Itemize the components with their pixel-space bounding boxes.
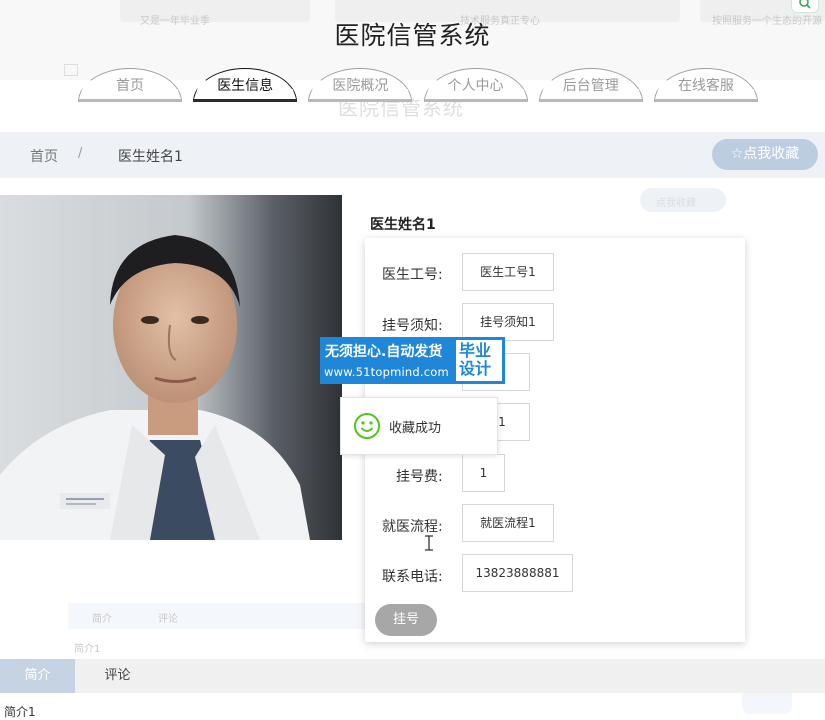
favorite-button[interactable]: ☆点我收藏 <box>712 139 818 170</box>
field-value-booking-fee: 1 <box>462 454 505 492</box>
success-toast: 收藏成功 <box>340 397 498 455</box>
favorite-button-label: 点我收藏 <box>743 146 800 162</box>
breadcrumb-current: 医生姓名1 <box>118 149 183 165</box>
ghost-tab-label: 简介 <box>92 614 112 625</box>
nav-tab-admin[interactable]: 后台管理 <box>538 68 643 102</box>
nav-tab-home[interactable]: 首页 <box>78 68 182 102</box>
field-value-doctor-id: 医生工号1 <box>462 253 554 291</box>
nav-tab-online-service[interactable]: 在线客服 <box>653 68 758 102</box>
nav-tab-personal-center[interactable]: 个人中心 <box>423 68 528 102</box>
star-outline-icon: ☆ <box>730 146 744 162</box>
ghost-fav-text: 点我收藏 <box>656 198 696 209</box>
field-value-phone: 13823888881 <box>462 554 573 592</box>
search-icon[interactable] <box>791 0 819 13</box>
ghost-fav-pill <box>640 188 726 212</box>
field-label-booking-notice: 挂号须知: <box>382 318 443 334</box>
ghost-tab-label: 评论 <box>158 614 178 625</box>
intro-text: 简介1 <box>4 705 36 719</box>
breadcrumb-separator: / <box>78 146 83 161</box>
breadcrumb: 首页 / 医生姓名1 ☆点我收藏 <box>0 132 825 178</box>
field-value-process: 就医流程1 <box>462 504 554 542</box>
breadcrumb-home-link[interactable]: 首页 <box>30 146 58 166</box>
text-cursor-icon <box>424 535 434 551</box>
book-appointment-button[interactable]: 挂号 <box>375 604 437 636</box>
nav-tab-doctors[interactable]: 医生信息 <box>193 68 298 102</box>
site-title: 医院信管系统 <box>334 21 491 50</box>
watermark-url: www.51topmind.com <box>324 365 449 379</box>
field-label-doctor-id: 医生工号: <box>382 267 443 283</box>
field-label-phone: 联系电话: <box>382 569 443 585</box>
field-value-booking-notice: 挂号须知1 <box>462 303 554 341</box>
nav-tab-hospital-overview[interactable]: 医院概况 <box>308 68 413 102</box>
watermark-badge-line2: 设计 <box>459 359 492 378</box>
ghost-intro-text: 简介1 <box>74 644 101 655</box>
smile-icon <box>353 412 381 440</box>
ghost-tabs <box>68 603 368 629</box>
field-label-booking-fee: 挂号费: <box>396 469 443 485</box>
watermark-badge-line1: 毕业 <box>459 341 492 360</box>
toast-message: 收藏成功 <box>389 420 442 436</box>
doctor-photo <box>0 195 342 540</box>
field-label-process: 就医流程: <box>382 519 443 535</box>
tab-comments[interactable]: 评论 <box>80 659 155 693</box>
watermark-slogan: 无须担心.自动发货 <box>325 344 443 360</box>
doctor-name: 医生姓名1 <box>370 217 436 233</box>
tab-intro[interactable]: 简介 <box>0 659 75 693</box>
detail-tabs: 简介 评论 <box>0 659 825 693</box>
watermark-badge: 无须担心.自动发货 www.51topmind.com 毕业 设计 <box>320 337 505 384</box>
main-nav: 首页 医生信息 医院概况 个人中心 后台管理 在线客服 <box>78 68 758 104</box>
ghost-image-icon <box>64 64 78 76</box>
